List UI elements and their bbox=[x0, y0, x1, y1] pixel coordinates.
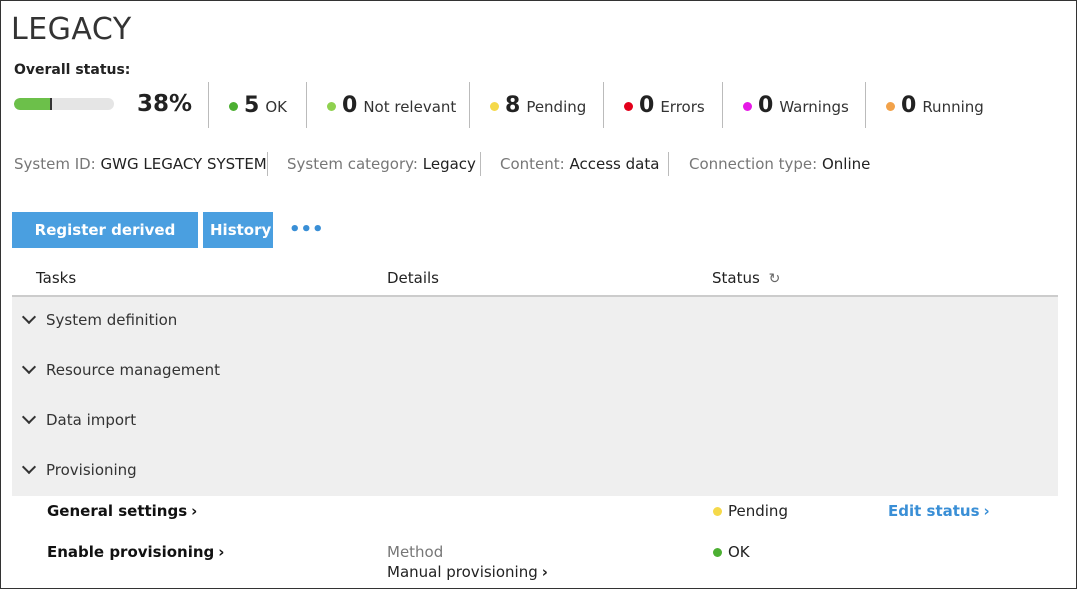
stat-label: OK bbox=[265, 98, 287, 116]
stat-label: Not relevant bbox=[363, 98, 457, 116]
stat-ok: 5 OK bbox=[229, 93, 287, 123]
group-resource-management[interactable]: Resource management bbox=[20, 359, 221, 379]
stat-count: 0 bbox=[639, 93, 655, 118]
stat-count: 8 bbox=[505, 93, 521, 118]
meta-key: System ID: bbox=[14, 155, 96, 173]
running-dot-icon bbox=[886, 102, 895, 111]
stat-running: 0 Running bbox=[886, 93, 984, 123]
divider bbox=[208, 82, 209, 128]
chevron-right-icon: › bbox=[983, 502, 990, 520]
stat-label: Errors bbox=[660, 98, 705, 116]
divider bbox=[267, 152, 268, 176]
history-button[interactable]: History bbox=[203, 212, 273, 248]
chevron-down-icon bbox=[21, 409, 37, 425]
register-derived-system-button[interactable]: Register derived system bbox=[12, 212, 198, 275]
status-label: OK bbox=[728, 543, 750, 561]
divider bbox=[480, 152, 481, 176]
meta-value: Access data bbox=[569, 155, 660, 173]
group-system-definition[interactable]: System definition bbox=[20, 309, 178, 329]
group-label: System definition bbox=[46, 311, 178, 329]
stat-count: 5 bbox=[244, 93, 260, 118]
meta-key: Connection type: bbox=[689, 155, 818, 173]
chevron-down-icon bbox=[21, 309, 37, 325]
overall-percent: 38% bbox=[137, 91, 193, 117]
divider bbox=[306, 82, 307, 128]
divider bbox=[722, 82, 723, 128]
task-enable-provisioning[interactable]: Enable provisioning › bbox=[47, 543, 224, 561]
meta-system-id: System ID: GWG LEGACY SYSTEM bbox=[14, 155, 267, 173]
group-label: Data import bbox=[46, 411, 137, 429]
status-general-settings: Pending bbox=[713, 502, 788, 520]
edit-status-link[interactable]: Edit status › bbox=[888, 502, 990, 520]
column-header-tasks[interactable]: Tasks bbox=[36, 269, 76, 287]
divider bbox=[469, 82, 470, 128]
page-title: LEGACY bbox=[11, 12, 132, 47]
overall-status-label: Overall status: bbox=[14, 62, 131, 78]
stat-not-relevant: 0 Not relevant bbox=[327, 93, 456, 123]
chevron-down-icon bbox=[21, 459, 37, 475]
ok-dot-icon bbox=[713, 547, 722, 557]
error-dot-icon bbox=[624, 102, 633, 111]
meta-value: GWG LEGACY SYSTEM bbox=[100, 155, 267, 173]
meta-system-category: System category: Legacy bbox=[287, 155, 476, 173]
chevron-right-icon: › bbox=[541, 563, 548, 581]
progress-fill bbox=[14, 98, 52, 110]
divider bbox=[603, 82, 604, 128]
stat-warnings: 0 Warnings bbox=[743, 93, 849, 123]
column-header-details[interactable]: Details bbox=[387, 269, 439, 287]
meta-key: System category: bbox=[287, 155, 418, 173]
ok-dot-icon bbox=[229, 102, 238, 111]
not-relevant-dot-icon bbox=[327, 102, 336, 111]
stat-count: 0 bbox=[342, 93, 358, 118]
column-header-status[interactable]: Status ↻ bbox=[712, 269, 780, 287]
stat-label: Running bbox=[922, 98, 984, 116]
stat-label: Warnings bbox=[779, 98, 849, 116]
detail-method-label: Method bbox=[387, 543, 444, 561]
pending-dot-icon bbox=[713, 506, 722, 516]
divider bbox=[668, 152, 669, 176]
meta-content: Content: Access data bbox=[500, 155, 659, 173]
meta-value: Online bbox=[821, 155, 871, 173]
group-provisioning[interactable]: Provisioning bbox=[20, 459, 137, 479]
more-options-icon[interactable]: ••• bbox=[289, 219, 324, 240]
stat-pending: 8 Pending bbox=[490, 93, 586, 123]
group-data-import[interactable]: Data import bbox=[20, 409, 137, 429]
chevron-right-icon: › bbox=[191, 502, 198, 520]
meta-connection-type: Connection type: Online bbox=[689, 155, 870, 173]
meta-key: Content: bbox=[500, 155, 565, 173]
refresh-icon[interactable]: ↻ bbox=[769, 271, 781, 287]
column-header-status-label: Status bbox=[712, 269, 760, 287]
chevron-right-icon: › bbox=[218, 543, 225, 561]
detail-method-value: Manual provisioning bbox=[387, 563, 538, 581]
stat-label: Pending bbox=[526, 98, 587, 116]
stat-count: 0 bbox=[758, 93, 774, 118]
divider bbox=[865, 82, 866, 128]
task-general-settings[interactable]: General settings › bbox=[47, 502, 197, 520]
detail-method-link[interactable]: Manual provisioning › bbox=[387, 563, 548, 581]
warning-dot-icon bbox=[743, 102, 752, 111]
chevron-down-icon bbox=[21, 359, 37, 375]
pending-dot-icon bbox=[490, 102, 499, 111]
group-label: Resource management bbox=[46, 361, 221, 379]
overall-progress-bar bbox=[14, 98, 114, 110]
group-label: Provisioning bbox=[46, 461, 137, 479]
status-enable-provisioning: OK bbox=[713, 543, 750, 561]
status-label: Pending bbox=[728, 502, 788, 520]
meta-value: Legacy bbox=[422, 155, 476, 173]
task-label: Enable provisioning bbox=[47, 543, 215, 561]
edit-status-label: Edit status bbox=[888, 502, 980, 520]
stat-count: 0 bbox=[901, 93, 917, 118]
task-label: General settings bbox=[47, 502, 188, 520]
stat-errors: 0 Errors bbox=[624, 93, 705, 123]
